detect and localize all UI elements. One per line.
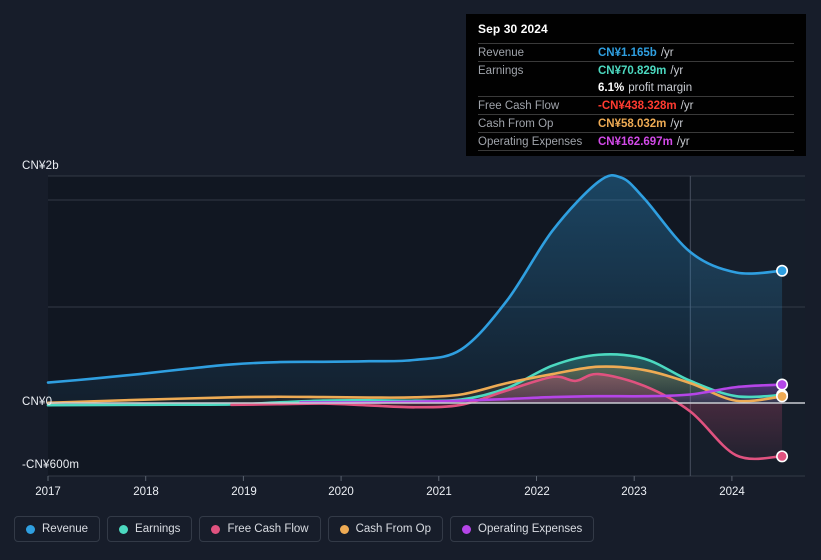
tooltip-row-label: Revenue [478,46,525,59]
chart-tooltip: Sep 30 2024 Revenue CN¥1.165b/yr Earnings C… [466,14,806,156]
legend-color-dot-icon [462,524,472,534]
y-axis-label-bottom: -CN¥600m [22,459,80,471]
tooltip-row: Operating Expenses CN¥162.697m/yr [478,132,794,150]
tooltip-row: Revenue CN¥1.165b/yr [478,43,794,61]
x-axis-label-2020: 2020 [328,486,354,498]
tooltip-row-label: Cash From Op [478,117,554,130]
tooltip-row: 6.1% profit margin [478,79,794,96]
legend-item-label: Earnings [135,523,181,535]
tooltip-row-value: -CN¥438.328m [598,99,677,112]
legend-item-free-cash-flow[interactable]: Free Cash Flow [199,516,321,542]
legend-color-dot-icon [26,524,35,534]
legend-item-label: Cash From Op [355,523,432,535]
tooltip-row-unit: /yr [660,46,674,59]
tooltip-row: Earnings CN¥70.829m/yr [478,61,794,79]
tooltip-row-label: Free Cash Flow [478,99,560,112]
x-axis-label-2017: 2017 [35,486,61,498]
tooltip-row: Cash From Op CN¥58.032m/yr [478,114,794,132]
tooltip-bottom-rule [478,150,794,151]
x-axis-label-2024: 2024 [719,486,745,498]
tooltip-row-unit: /yr [670,117,684,130]
endpoint-marker-cash-from-op[interactable] [776,390,789,403]
y-axis-label-zero: CN¥0 [22,396,53,408]
legend-item-label: Free Cash Flow [227,523,309,535]
x-axis-label-2023: 2023 [621,486,647,498]
x-axis-label-2019: 2019 [231,486,257,498]
endpoint-marker-revenue[interactable] [776,264,789,277]
tooltip-row-value: CN¥70.829m [598,64,667,77]
tooltip-row-unit: /yr [680,99,694,112]
x-axis-label-2021: 2021 [426,486,452,498]
legend-item-cash-from-op[interactable]: Cash From Op [327,516,444,542]
legend-color-dot-icon [339,524,349,534]
tooltip-row-value: CN¥162.697m [598,135,673,148]
legend-item-earnings[interactable]: Earnings [107,516,193,542]
legend-item-operating-expenses[interactable]: Operating Expenses [450,516,595,542]
endpoint-marker-operating-expenses[interactable] [776,378,789,391]
tooltip-row: Free Cash Flow -CN¥438.328m/yr [478,96,794,114]
legend-item-revenue[interactable]: Revenue [14,516,101,542]
legend-item-label: Revenue [42,523,89,535]
financial-chart-page: CN¥2b CN¥0 -CN¥600m 2017 2018 2019 2020 … [0,0,821,560]
legend-color-dot-icon [119,524,129,534]
x-axis-label-2018: 2018 [133,486,159,498]
tooltip-row-unit: /yr [670,64,684,77]
chart-legend: Revenue Earnings Free Cash Flow Cash From O… [14,516,595,542]
endpoint-marker-free-cash-flow[interactable] [776,450,789,463]
legend-item-label: Operating Expenses [478,523,583,535]
tooltip-date: Sep 30 2024 [478,22,548,36]
legend-color-dot-icon [211,524,221,534]
tooltip-rows: Revenue CN¥1.165b/yr Earnings CN¥70.829m/yr… [478,43,794,151]
x-axis-label-2022: 2022 [524,486,550,498]
tooltip-row-value: 6.1% [598,81,625,94]
y-axis-label-top: CN¥2b [22,160,59,172]
tooltip-row-value: CN¥58.032m [598,117,667,130]
tooltip-row-unit: profit margin [628,81,693,94]
tooltip-row-label: Operating Expenses [478,135,583,148]
tooltip-row-label: Earnings [478,64,524,77]
tooltip-row-unit: /yr [676,135,690,148]
tooltip-row-value: CN¥1.165b [598,46,657,59]
